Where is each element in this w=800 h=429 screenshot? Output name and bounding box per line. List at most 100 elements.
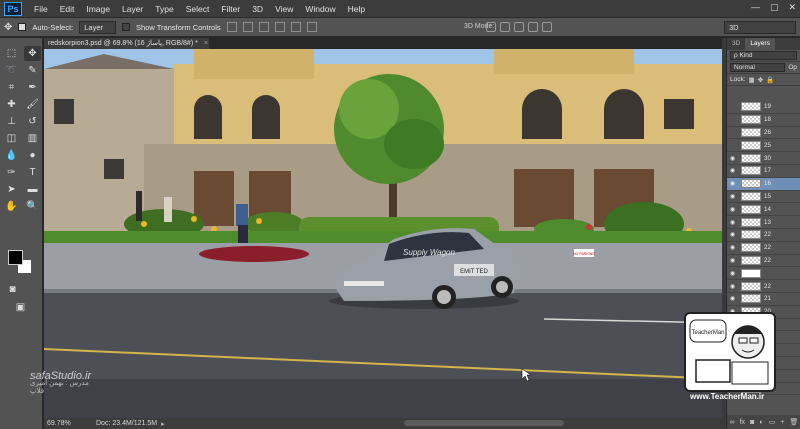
align-right-icon[interactable] (306, 22, 317, 32)
marquee-tool-icon[interactable]: ⬚ (3, 46, 20, 61)
visibility-eye-icon[interactable]: ◉ (727, 295, 738, 302)
auto-select-checkbox[interactable] (18, 23, 27, 31)
layer-row[interactable]: ◉ 15 (727, 191, 800, 204)
color-swatches[interactable] (8, 250, 34, 276)
menu-filter[interactable]: Filter (215, 4, 246, 14)
document-tab[interactable]: redskorpion3.psd @ 69.8% (پاساژ 16, RGB/… (44, 38, 209, 49)
brush-tool-icon[interactable]: 🖌 (24, 97, 41, 112)
align-top-icon[interactable] (226, 22, 237, 32)
horizontal-scrollbar[interactable] (404, 420, 564, 426)
fx-icon[interactable]: fx (740, 419, 745, 426)
visibility-eye-icon[interactable]: ◉ (727, 283, 738, 290)
image-canvas[interactable]: NO PARKING Supply Wagon EMIT TED (44, 49, 722, 418)
blend-mode-dropdown[interactable]: Normal (730, 63, 786, 72)
status-menu-icon[interactable]: ▸ (161, 420, 165, 428)
move-tool-icon[interactable]: ✥ (4, 22, 12, 33)
visibility-eye-icon[interactable]: ◉ (727, 270, 738, 277)
tab-layers[interactable]: Layers (745, 38, 775, 50)
path-select-icon[interactable]: ➤ (3, 182, 20, 197)
layer-row[interactable]: 18 (727, 114, 800, 127)
eyedropper-tool-icon[interactable]: ✒ (24, 80, 41, 95)
3d-slide-icon[interactable] (528, 22, 538, 32)
menu-view[interactable]: View (269, 4, 299, 14)
layer-row[interactable]: ◉ 22 (727, 242, 800, 255)
menu-help[interactable]: Help (342, 4, 371, 14)
layer-row[interactable]: 25 (727, 139, 800, 153)
eraser-tool-icon[interactable]: ◫ (3, 131, 20, 146)
zoom-tool-icon[interactable]: 🔍 (24, 199, 41, 214)
quick-select-tool-icon[interactable]: ✎ (24, 63, 41, 78)
menu-3d[interactable]: 3D (246, 4, 269, 14)
3d-scale-icon[interactable] (542, 22, 552, 32)
layer-row[interactable]: ◉ 13 (727, 216, 800, 229)
crop-tool-icon[interactable]: ⌗ (3, 80, 20, 95)
visibility-eye-icon[interactable]: ◉ (727, 180, 738, 187)
hand-tool-icon[interactable]: ✋ (3, 199, 20, 214)
lock-pixels-icon[interactable]: ▦ (749, 76, 755, 84)
3d-pan-icon[interactable] (514, 22, 524, 32)
lock-all-icon[interactable]: 🔒 (766, 76, 774, 84)
shape-tool-icon[interactable]: ▬ (24, 182, 41, 197)
show-transform-checkbox[interactable] (122, 23, 131, 31)
close-button[interactable]: ✕ (788, 2, 796, 13)
visibility-eye-icon[interactable]: ◉ (727, 206, 738, 213)
menu-file[interactable]: File (28, 4, 54, 14)
new-layer-icon[interactable]: + (780, 419, 784, 426)
minimize-button[interactable]: — (751, 2, 760, 13)
visibility-eye-icon[interactable]: ◉ (727, 167, 738, 174)
layer-row[interactable]: ◉ 14 (727, 203, 800, 217)
type-tool-icon[interactable]: T (24, 165, 41, 180)
3d-rotate-icon[interactable] (486, 22, 496, 32)
dodge-tool-icon[interactable]: ● (24, 148, 41, 163)
clone-stamp-icon[interactable]: ⊥ (3, 114, 20, 129)
zoom-level[interactable]: 69.78% (44, 420, 78, 427)
gradient-tool-icon[interactable]: ▥ (24, 131, 41, 146)
quick-mask-icon[interactable]: ◙ (4, 282, 21, 297)
layer-row[interactable]: 19 (727, 101, 800, 114)
visibility-eye-icon[interactable]: ◉ (727, 257, 738, 264)
align-bottom-icon[interactable] (258, 22, 269, 32)
menu-type[interactable]: Type (149, 4, 179, 14)
trash-icon[interactable]: 🗑 (790, 418, 799, 426)
lock-move-icon[interactable]: ✥ (758, 76, 763, 84)
layer-kind-filter[interactable]: ρ Kind (730, 51, 797, 60)
layer-row[interactable]: ◉ 22 (727, 255, 800, 268)
workspace-dropdown[interactable]: 3D (724, 21, 796, 34)
layer-row[interactable]: ◉ 22 (727, 229, 800, 242)
foreground-color-swatch[interactable] (8, 250, 23, 265)
link-icon[interactable]: ∞ (730, 419, 735, 426)
layer-row[interactable]: ◉ 17 (727, 165, 800, 178)
layer-row[interactable]: ◉ 22 (727, 280, 800, 293)
pen-tool-icon[interactable]: ✑ (3, 165, 20, 180)
lasso-tool-icon[interactable]: ➰ (3, 63, 20, 78)
maximize-button[interactable]: ▢ (770, 2, 779, 13)
close-tab-icon[interactable]: × (204, 40, 208, 47)
move-tool-icon[interactable]: ✥ (24, 46, 41, 61)
menu-edit[interactable]: Edit (54, 4, 81, 14)
screen-mode-icon[interactable]: ▣ (12, 300, 29, 315)
layer-row[interactable]: ◉ 30 (727, 152, 800, 165)
visibility-eye-icon[interactable]: ◉ (727, 231, 738, 238)
history-brush-icon[interactable]: ↺ (24, 114, 41, 129)
visibility-eye-icon[interactable]: ◉ (727, 193, 738, 200)
menu-select[interactable]: Select (180, 4, 216, 14)
blur-tool-icon[interactable]: 💧 (3, 148, 20, 163)
align-center-icon[interactable] (290, 22, 301, 32)
layer-row[interactable]: ◉ (727, 267, 800, 281)
adjust-icon[interactable]: ◐ (759, 419, 763, 426)
mask-icon[interactable]: ◙ (750, 419, 754, 426)
layer-row[interactable]: 26 (727, 127, 800, 140)
menu-window[interactable]: Window (299, 4, 341, 14)
healing-brush-icon[interactable]: ✚ (3, 97, 20, 112)
visibility-eye-icon[interactable]: ◉ (727, 244, 738, 251)
layer-row[interactable]: ◉ 16 (727, 177, 800, 191)
visibility-eye-icon[interactable]: ◉ (727, 219, 738, 226)
layer-row[interactable]: ◉ 21 (727, 293, 800, 306)
menu-layer[interactable]: Layer (116, 4, 149, 14)
doc-size-info[interactable]: Doc: 23.4M/121.5M (78, 420, 157, 427)
folder-icon[interactable]: ▭ (769, 418, 776, 426)
align-middle-icon[interactable] (242, 22, 253, 32)
tab-3d[interactable]: 3D (727, 38, 745, 50)
auto-select-dropdown[interactable]: Layer (79, 20, 117, 34)
3d-roll-icon[interactable] (500, 22, 510, 32)
